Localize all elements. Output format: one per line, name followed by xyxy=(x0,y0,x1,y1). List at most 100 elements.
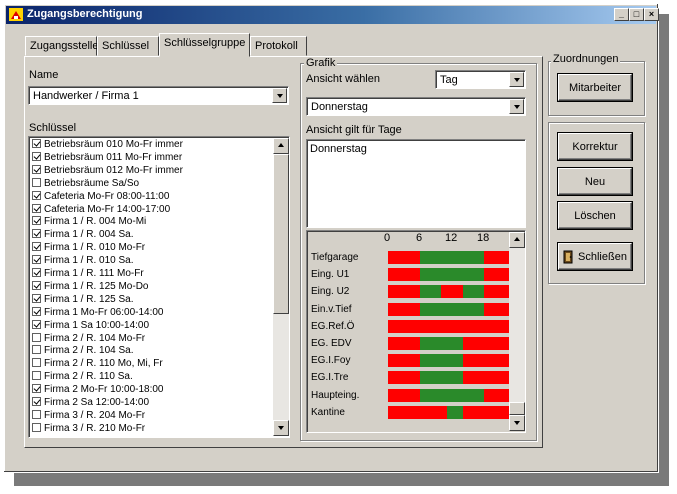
korrektur-label: Korrektur xyxy=(572,140,618,153)
schluessel-list-item[interactable]: Firma 1 / R. 010 Mo-Fr xyxy=(32,242,145,253)
applies-days-box[interactable]: Donnerstag xyxy=(306,139,526,228)
schluessel-scrollbar[interactable] xyxy=(273,138,289,436)
checkbox[interactable] xyxy=(32,371,41,381)
view-dropdown-button[interactable] xyxy=(509,72,524,87)
schluessel-list-item[interactable]: Firma 1 / R. 010 Sa. xyxy=(32,255,133,266)
checkbox[interactable] xyxy=(32,177,41,187)
schluessel-list-item[interactable]: Firma 1 / R. 125 Sa. xyxy=(32,293,133,305)
chart-row-label: EG.Ref.Ö xyxy=(311,320,355,332)
schluessel-item-label: Betriebsräum 011 Mo-Fr immer xyxy=(44,151,183,163)
schliessen-button[interactable]: Schließen xyxy=(558,243,632,270)
title-bar[interactable]: Zugangsberechtigung _ □ × xyxy=(6,6,659,24)
chevron-down-icon xyxy=(514,421,520,425)
loeschen-button[interactable]: Löschen xyxy=(558,202,632,229)
chart-scroll-up-button[interactable] xyxy=(509,232,525,248)
schluessel-item-label: Firma 3 / R. 204 Mo-Fr xyxy=(44,409,146,421)
allowed-bar xyxy=(446,405,463,419)
checkbox[interactable] xyxy=(32,242,41,252)
timeline-chart: 06121824 TiefgarageEing. U1Eing. U2Ein.v… xyxy=(306,230,526,433)
checkbox[interactable] xyxy=(32,139,41,148)
name-combobox[interactable]: Handwerker / Firma 1 xyxy=(28,86,289,105)
schluessel-list[interactable]: Betriebsräum 010 Mo-Fr immer Betriebsräum… xyxy=(28,136,290,438)
schluessel-list-item[interactable]: Firma 2 Sa 12:00-14:00 xyxy=(32,397,149,408)
schluessel-list-item[interactable]: Firma 1 Sa 10:00-14:00 xyxy=(32,319,149,331)
schluessel-list-item[interactable]: Firma 1 Mo-Fr 06:00-14:00 xyxy=(32,306,164,318)
schluessel-list-item[interactable]: Betriebsräum 012 Mo-Fr immer xyxy=(32,164,183,176)
window-title: Zugangsberechtigung xyxy=(27,8,143,20)
chart-scrollbar[interactable] xyxy=(509,232,525,431)
tab-protokoll[interactable]: Protokoll xyxy=(250,36,307,56)
name-label: Name xyxy=(29,69,59,81)
minimize-button[interactable]: _ xyxy=(614,8,629,21)
x-tick-label: 18 xyxy=(477,232,490,244)
scroll-thumb[interactable] xyxy=(273,154,289,314)
tab-schluesselgruppe[interactable]: Schlüsselgruppe xyxy=(159,33,250,57)
schluessel-list-item[interactable]: Firma 1 / R. 111 Mo-Fr xyxy=(32,268,144,279)
checkbox[interactable] xyxy=(32,255,41,265)
checkbox[interactable] xyxy=(32,229,41,239)
schluessel-list-item[interactable]: Firma 1 / R. 004 Mo-Mi xyxy=(32,216,146,227)
chevron-down-icon xyxy=(278,426,284,430)
name-dropdown-button[interactable] xyxy=(272,88,287,103)
checkbox[interactable] xyxy=(32,422,41,432)
schluessel-list-item[interactable]: Firma 2 Mo-Fr 10:00-18:00 xyxy=(32,384,164,395)
checkbox[interactable] xyxy=(32,164,41,174)
schluessel-list-item[interactable]: Firma 3 / R. 204 Mo-Fr xyxy=(32,409,146,421)
korrektur-button[interactable]: Korrektur xyxy=(558,133,632,160)
app-icon xyxy=(9,8,23,21)
allowed-bar xyxy=(420,337,463,350)
checkbox[interactable] xyxy=(32,293,41,303)
chart-scroll-thumb[interactable] xyxy=(509,402,525,415)
checkbox[interactable] xyxy=(32,190,41,200)
neu-button[interactable]: Neu xyxy=(558,168,632,195)
view-value: Tag xyxy=(440,74,458,86)
checkbox[interactable] xyxy=(32,203,41,213)
x-tick-label: 12 xyxy=(445,232,458,244)
schliessen-label: Schließen xyxy=(578,250,627,263)
checkbox[interactable] xyxy=(32,151,41,161)
checkbox[interactable] xyxy=(32,280,41,290)
checkbox[interactable] xyxy=(32,216,41,226)
schluessel-list-item[interactable]: Betriebsräume Sa/So xyxy=(32,177,139,189)
mitarbeiter-button[interactable]: Mitarbeiter xyxy=(558,74,632,101)
view-label: Ansicht wählen xyxy=(306,73,380,85)
checkbox[interactable] xyxy=(32,332,41,342)
view-combobox[interactable]: Tag xyxy=(435,70,526,89)
checkbox[interactable] xyxy=(32,319,41,329)
schluessel-list-item[interactable]: Firma 2 / R. 110 Sa. xyxy=(32,371,133,382)
applies-days-text: Donnerstag xyxy=(310,143,367,155)
schluessel-item-label: Firma 1 / R. 010 Mo-Fr xyxy=(44,242,146,254)
checkbox[interactable] xyxy=(32,409,41,419)
schluessel-list-item[interactable]: Firma 1 / R. 125 Mo-Do xyxy=(32,280,148,292)
maximize-button[interactable]: □ xyxy=(629,8,644,21)
schluessel-list-item[interactable]: Firma 3 / R. 210 Mo-Fr xyxy=(32,422,146,434)
chart-scroll-down-button[interactable] xyxy=(509,415,525,431)
day-dropdown-button[interactable] xyxy=(509,99,524,114)
checkbox[interactable] xyxy=(32,397,41,406)
tab-panel: Name Handwerker / Firma 1 Schlüssel Betr… xyxy=(24,56,543,448)
close-button[interactable]: × xyxy=(644,8,659,21)
allowed-bar xyxy=(420,285,442,299)
checkbox[interactable] xyxy=(32,306,41,316)
scroll-down-button[interactable] xyxy=(273,420,289,436)
scroll-up-button[interactable] xyxy=(273,138,289,154)
checkbox[interactable] xyxy=(32,345,41,355)
day-combobox[interactable]: Donnerstag xyxy=(306,97,526,116)
schluessel-list-item[interactable]: Firma 1 / R. 004 Sa. xyxy=(32,229,133,240)
allowed-bar xyxy=(420,388,484,402)
chart-row-label: Haupteing. xyxy=(311,389,360,401)
schluessel-list-item[interactable]: Cafeteria Mo-Fr 08:00-11:00 xyxy=(32,190,169,202)
tab-zugangsstellen[interactable]: Zugangsstellen xyxy=(25,36,105,56)
checkbox[interactable] xyxy=(32,358,41,368)
schluessel-list-item[interactable]: Betriebsräum 011 Mo-Fr immer xyxy=(32,151,183,163)
schluessel-list-item[interactable]: Firma 2 / R. 110 Mo, Mi, Fr xyxy=(32,358,163,369)
schluessel-item-label: Firma 3 / R. 210 Mo-Fr xyxy=(44,422,146,434)
checkbox[interactable] xyxy=(32,268,41,277)
schluessel-list-item[interactable]: Firma 2 / R. 104 Mo-Fr xyxy=(32,332,145,344)
tab-schluessel[interactable]: Schlüssel xyxy=(97,36,159,56)
checkbox[interactable] xyxy=(32,384,41,394)
schluessel-item-label: Cafeteria Mo-Fr 14:00-17:00 xyxy=(44,203,171,215)
schluessel-list-item[interactable]: Firma 2 / R. 104 Sa. xyxy=(32,345,133,356)
schluessel-list-item[interactable]: Cafeteria Mo-Fr 14:00-17:00 xyxy=(32,203,171,215)
schluessel-list-item[interactable]: Betriebsräum 010 Mo-Fr immer xyxy=(32,139,183,150)
